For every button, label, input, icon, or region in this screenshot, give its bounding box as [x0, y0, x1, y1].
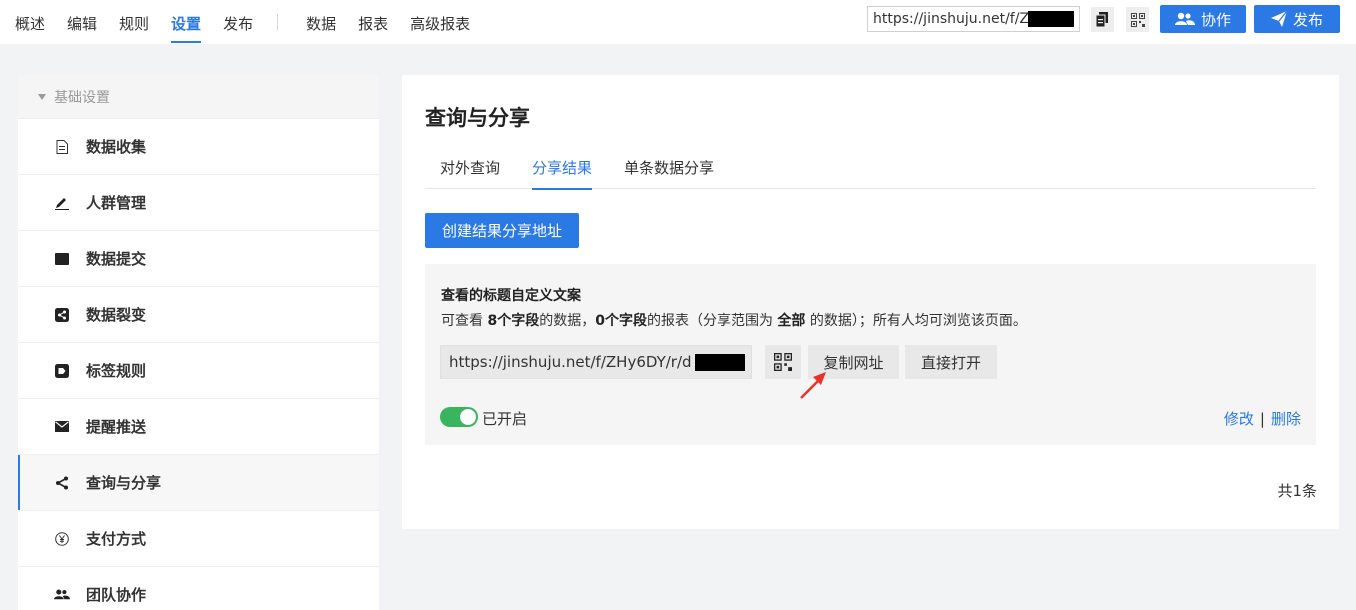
link-separator: | — [1259, 410, 1265, 428]
nav-settings[interactable]: 设置 — [171, 0, 202, 44]
share-item-title: 查看的标题自定义文案 — [441, 288, 581, 304]
total-count: 共1条 — [1277, 482, 1317, 500]
pen-icon — [54, 195, 70, 211]
nav-publish[interactable]: 发布 — [223, 0, 253, 44]
sidebar-item-query-share[interactable]: 查询与分享 — [18, 455, 379, 511]
create-share-url-button[interactable]: 创建结果分享地址 — [425, 213, 579, 248]
sidebar-section-label: 基础设置 — [54, 89, 110, 106]
tab-bar: 对外查询 分享结果 单条数据分享 — [425, 155, 1316, 190]
share-icon — [54, 475, 70, 491]
yen-icon — [54, 531, 70, 547]
delete-link[interactable]: 删除 — [1271, 410, 1301, 428]
sidebar-item-label: 查询与分享 — [86, 474, 162, 492]
main-card: 查询与分享 对外查询 分享结果 单条数据分享 创建结果分享地址 查看的标题自定义… — [402, 75, 1339, 529]
redacted-mask — [695, 354, 745, 371]
collaborate-button[interactable]: 协作 — [1160, 5, 1246, 33]
redacted-mask — [1028, 11, 1074, 27]
document-icon — [54, 139, 70, 155]
nav-edit[interactable]: 编辑 — [67, 0, 97, 44]
caret-down-icon — [38, 93, 46, 100]
square-icon — [54, 251, 70, 267]
annotation-arrow-icon — [800, 372, 826, 399]
tab-external-query[interactable]: 对外查询 — [440, 157, 500, 189]
nav-report[interactable]: 报表 — [358, 0, 388, 44]
nav-advanced-report[interactable]: 高级报表 — [410, 0, 470, 44]
top-bar: 概述 编辑 规则 设置 发布 数据 报表 高级报表 https://jinshu… — [0, 0, 1356, 44]
copy-icon — [1096, 12, 1108, 27]
toggle-knob — [460, 409, 476, 425]
tab-single-data-share[interactable]: 单条数据分享 — [624, 157, 714, 189]
sidebar-item-team[interactable]: 团队协作 — [18, 567, 379, 610]
sidebar-item-label: 团队协作 — [86, 586, 147, 604]
sidebar-item-label: 数据提交 — [86, 250, 147, 268]
share-qrcode-button[interactable] — [765, 345, 801, 379]
nav-rules[interactable]: 规则 — [119, 0, 149, 44]
sidebar-item-data-collection[interactable]: 数据收集 — [18, 119, 379, 175]
sidebar-item-audience[interactable]: 人群管理 — [18, 175, 379, 231]
share-item-actions: 修改 | 删除 — [1224, 408, 1301, 429]
send-icon — [1270, 11, 1287, 27]
sidebar-item-label: 标签规则 — [86, 362, 147, 380]
sidebar-item-payment[interactable]: 支付方式 — [18, 511, 379, 567]
share-item-panel: 查看的标题自定义文案 可查看 8个字段的数据，0个字段的报表（分享范围为 全部 … — [425, 264, 1316, 445]
team-icon — [1174, 12, 1195, 25]
nav-data[interactable]: 数据 — [306, 0, 336, 44]
sidebar-item-tag-rules[interactable]: 标签规则 — [18, 343, 379, 399]
sidebar-item-fission[interactable]: 数据裂变 — [18, 287, 379, 343]
open-share-url-button[interactable]: 直接打开 — [905, 345, 997, 379]
page-title: 查询与分享 — [425, 106, 530, 130]
mail-icon — [54, 419, 70, 435]
sidebar-item-label: 支付方式 — [86, 530, 147, 548]
top-nav: 概述 编辑 规则 设置 发布 数据 报表 高级报表 — [0, 0, 470, 44]
publish-label: 发布 — [1292, 10, 1323, 29]
sidebar-item-label: 提醒推送 — [86, 418, 147, 436]
sidebar-section-basic[interactable]: 基础设置 — [18, 75, 379, 119]
sidebar-item-label: 数据收集 — [86, 138, 147, 156]
sidebar-item-submission[interactable]: 数据提交 — [18, 231, 379, 287]
sidebar-item-label: 人群管理 — [86, 194, 147, 212]
qrcode-icon — [1130, 12, 1145, 27]
share-item-description: 可查看 8个字段的数据，0个字段的报表（分享范围为 全部 的数据）；所有人均可浏… — [441, 313, 1027, 329]
settings-sidebar: 基础设置 数据收集 人群管理 数据提交 数据裂变 标签规则 提醒推送 查询与分享… — [18, 75, 379, 610]
tab-share-results[interactable]: 分享结果 — [532, 157, 593, 190]
team-icon — [54, 587, 70, 603]
share-enable-toggle[interactable] — [440, 407, 478, 427]
tag-icon — [54, 363, 70, 379]
nav-divider — [277, 14, 279, 30]
share-square-icon — [54, 307, 70, 323]
collaborate-label: 协作 — [1200, 10, 1231, 29]
toggle-status-label: 已开启 — [482, 410, 528, 428]
nav-overview[interactable]: 概述 — [15, 0, 45, 44]
qrcode-icon — [774, 353, 792, 371]
edit-link[interactable]: 修改 — [1224, 410, 1254, 428]
copy-url-button[interactable] — [1091, 7, 1114, 32]
qrcode-button[interactable] — [1126, 7, 1149, 32]
sidebar-item-label: 数据裂变 — [86, 306, 147, 324]
sidebar-item-reminder[interactable]: 提醒推送 — [18, 399, 379, 455]
publish-button[interactable]: 发布 — [1254, 5, 1340, 33]
